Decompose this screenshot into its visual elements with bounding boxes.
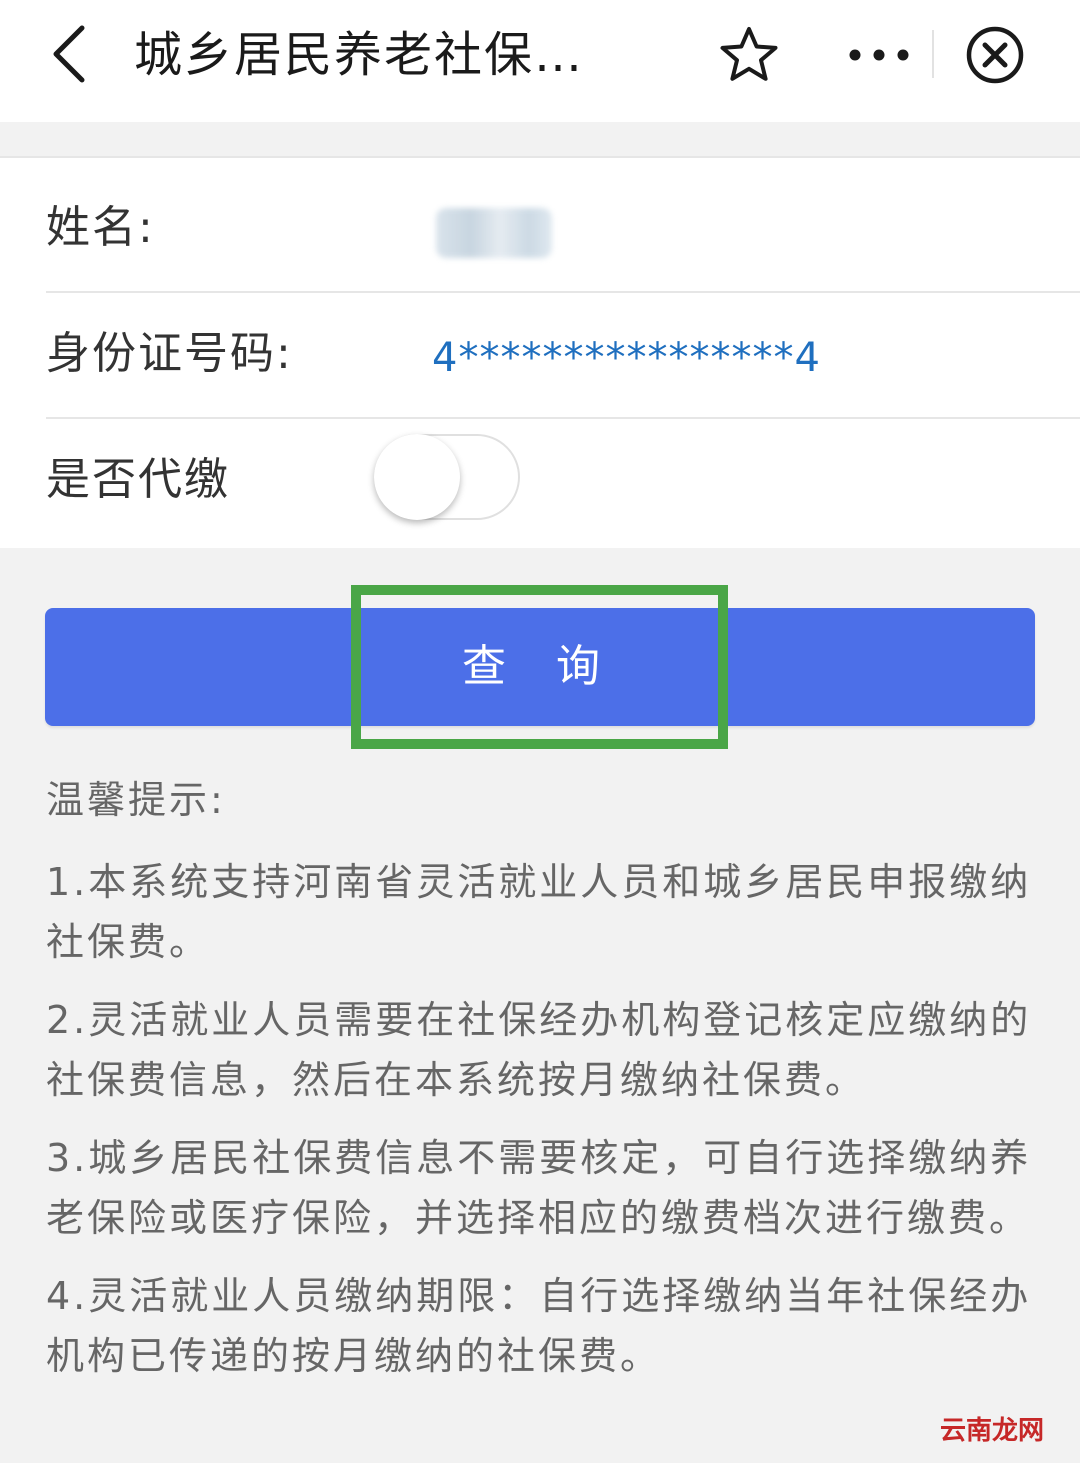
proxy-toggle[interactable] — [374, 434, 520, 520]
tip-item: 1.本系统支持河南省灵活就业人员和城乡居民申报缴纳社保费。 — [46, 860, 1032, 964]
query-button[interactable]: 查 询 — [45, 608, 1035, 726]
tip-item: 2.灵活就业人员需要在社保经办机构登记核定应缴纳的社保费信息，然后在本系统按月缴… — [46, 998, 1032, 1102]
tip-item: 3.城乡居民社保费信息不需要核定，可自行选择缴纳养老保险或医疗保险，并选择相应的… — [46, 1136, 1032, 1240]
proxy-label: 是否代缴 — [46, 454, 230, 505]
star-icon[interactable] — [718, 24, 780, 86]
close-circle-icon[interactable] — [964, 24, 1026, 86]
name-label: 姓名: — [46, 202, 155, 253]
name-row: 姓名: — [46, 166, 1080, 290]
tip-item: 4.灵活就业人员缴纳期限：自行选择缴纳当年社保经办机构已传递的按月缴纳的社保费。 — [46, 1274, 1032, 1378]
more-dots-icon[interactable] — [846, 30, 912, 80]
toggle-knob[interactable] — [374, 434, 460, 520]
top-nav-bar: 城乡居民养老社保… — [0, 0, 1080, 122]
name-value-redacted — [436, 208, 552, 258]
id-number-value: 4****************4 — [432, 335, 821, 381]
watermark-logo: 云南龙网 — [939, 1416, 1044, 1446]
tips-title: 温馨提示: — [46, 778, 226, 822]
id-row: 身份证号码: 4****************4 — [46, 292, 1080, 416]
nav-separator — [932, 30, 934, 78]
page-title: 城乡居民养老社保… — [134, 27, 585, 83]
query-form: 姓名: 身份证号码: 4****************4 是否代缴 — [0, 156, 1080, 548]
back-chevron-icon[interactable] — [44, 22, 104, 86]
section-gap — [0, 122, 1080, 156]
proxy-row: 是否代缴 — [46, 418, 1080, 542]
id-label: 身份证号码: — [46, 328, 293, 379]
tips-section: 温馨提示: 1.本系统支持河南省灵活就业人员和城乡居民申报缴纳社保费。 2.灵活… — [46, 770, 1066, 1386]
